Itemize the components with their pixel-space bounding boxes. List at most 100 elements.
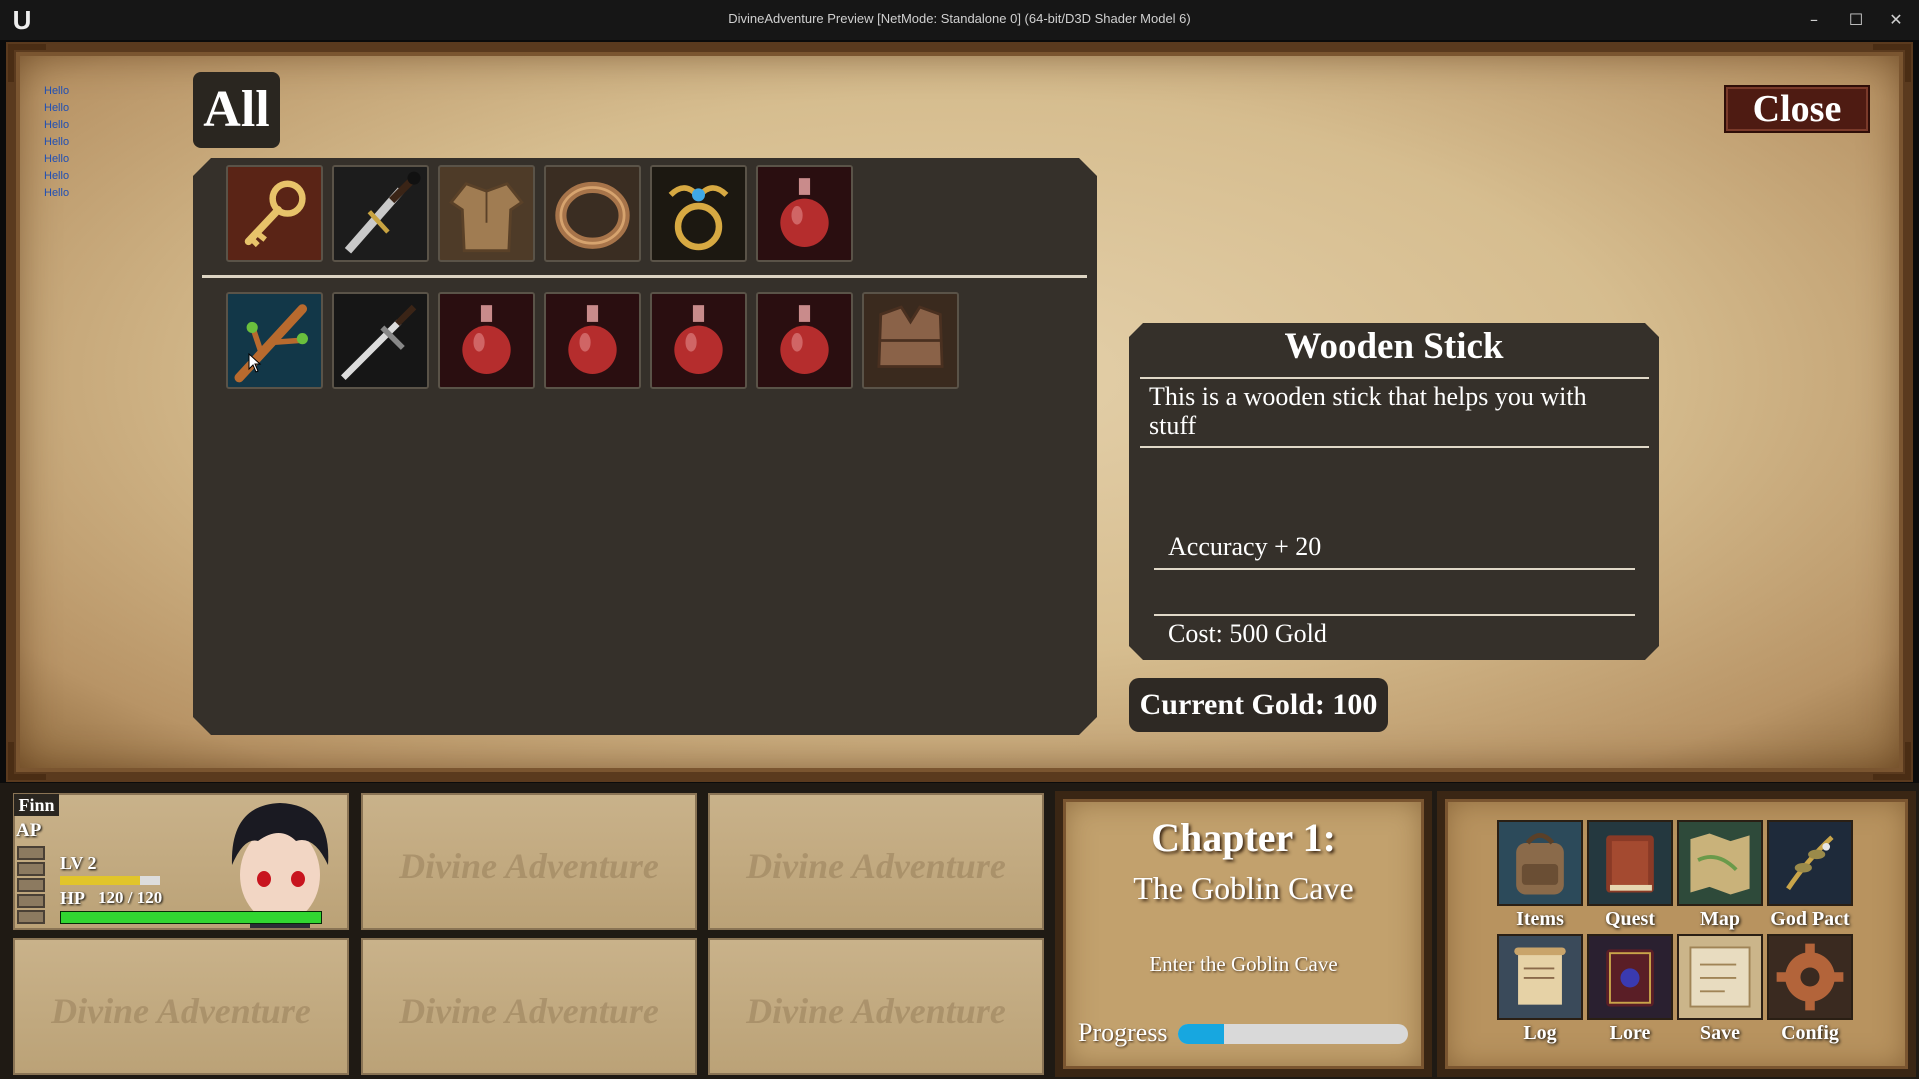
- party-slot-empty: Divine Adventure: [361, 793, 697, 930]
- black-sword-icon: [334, 167, 427, 260]
- hp-label: HP: [60, 888, 85, 908]
- party-slot-empty: Divine Adventure: [708, 793, 1044, 930]
- red-potion-icon: [440, 294, 533, 387]
- ap-pip: [17, 894, 45, 908]
- slot-watermark: Divine Adventure: [399, 846, 659, 886]
- red-potion-icon: [546, 294, 639, 387]
- map-icon: [1677, 820, 1763, 906]
- tome-icon: [1587, 934, 1673, 1020]
- golden-key-icon: [228, 167, 321, 260]
- window-title-bar: U DivineAdventure Preview [NetMode: Stan…: [0, 0, 1919, 40]
- menu-button-lore[interactable]: Lore: [1584, 934, 1676, 1048]
- book-icon: [1587, 820, 1673, 906]
- progress-label: Progress: [1078, 1018, 1168, 1047]
- menu-button-map[interactable]: Map: [1674, 820, 1766, 934]
- slot-watermark: Divine Adventure: [51, 991, 311, 1031]
- hp-bar: [60, 911, 322, 924]
- inventory-slot-red-potion[interactable]: [650, 292, 747, 389]
- current-gold: Current Gold: 100: [1129, 678, 1388, 732]
- leather-tunic-icon: [440, 167, 533, 260]
- ap-pip: [17, 846, 45, 860]
- detail-divider: [1140, 446, 1649, 448]
- level-label: LV 2: [60, 853, 97, 873]
- menu-button-save[interactable]: Save: [1674, 934, 1766, 1048]
- mouse-cursor-icon: [248, 353, 262, 373]
- party-slot-empty: Divine Adventure: [13, 938, 349, 1075]
- ap-label: AP: [16, 820, 42, 841]
- maximize-button[interactable]: ☐: [1836, 4, 1876, 36]
- detail-divider: [1154, 614, 1635, 616]
- winged-gold-ring-icon: [652, 167, 745, 260]
- menu-label: Log: [1523, 1022, 1557, 1044]
- frame-corner-ornament: [1873, 742, 1911, 780]
- chapter-progress-bar: [1178, 1024, 1408, 1044]
- tab-all[interactable]: All: [193, 72, 280, 148]
- hp-value: 120 / 120: [98, 888, 163, 907]
- finn-portrait-avatar: [231, 803, 329, 928]
- menu-label: Quest: [1605, 908, 1655, 930]
- debug-line: Hello: [44, 153, 70, 165]
- bronze-ring-icon: [546, 167, 639, 260]
- debug-line: Hello: [44, 187, 70, 199]
- menu-label: Map: [1700, 908, 1740, 930]
- inventory-slot-leather-armor[interactable]: [862, 292, 959, 389]
- menu-button-config[interactable]: Config: [1764, 934, 1856, 1048]
- debug-line: Hello: [44, 102, 70, 114]
- ap-pip: [17, 878, 45, 892]
- inventory-slot-steel-sword[interactable]: [332, 292, 429, 389]
- inventory-slot-red-potion[interactable]: [544, 292, 641, 389]
- menu-button-items[interactable]: Items: [1494, 820, 1586, 934]
- party-member-name: Finn: [14, 794, 59, 816]
- window-title: DivineAdventure Preview [NetMode: Standa…: [728, 11, 1191, 26]
- menu-button-log[interactable]: Log: [1494, 934, 1586, 1048]
- debug-line: Hello: [44, 136, 70, 148]
- frame-corner-ornament: [8, 742, 46, 780]
- menu-label: Save: [1700, 1022, 1740, 1044]
- inventory-grid-panel: [193, 158, 1097, 735]
- menu-label: God Pact: [1770, 908, 1850, 930]
- menu-button-quest[interactable]: Quest: [1584, 820, 1676, 934]
- inventory-slot-black-sword[interactable]: [332, 165, 429, 262]
- ap-pip: [17, 862, 45, 876]
- menu-label: Config: [1781, 1022, 1839, 1044]
- minimize-button[interactable]: –: [1794, 4, 1834, 36]
- debug-line: Hello: [44, 85, 70, 97]
- inventory-slot-bronze-ring[interactable]: [544, 165, 641, 262]
- inventory-slot-leather-tunic[interactable]: [438, 165, 535, 262]
- detail-divider: [1140, 377, 1649, 379]
- gear-icon: [1767, 934, 1853, 1020]
- slot-watermark: Divine Adventure: [399, 991, 659, 1031]
- red-potion-icon: [758, 167, 851, 260]
- slot-watermark: Divine Adventure: [746, 846, 1006, 886]
- inventory-slot-wooden-stick[interactable]: [226, 292, 323, 389]
- steel-sword-icon: [334, 294, 427, 387]
- close-button[interactable]: Close: [1724, 85, 1870, 133]
- inventory-divider: [202, 275, 1087, 278]
- hp-bar-fill: [61, 912, 321, 923]
- chapter-title: Chapter 1:: [1151, 815, 1336, 860]
- window-close-button[interactable]: ✕: [1876, 4, 1916, 36]
- menu-button-god-pact[interactable]: God Pact: [1764, 820, 1856, 934]
- item-name: Wooden Stick: [1284, 326, 1504, 367]
- slot-watermark: Divine Adventure: [746, 991, 1006, 1031]
- debug-line: Hello: [44, 119, 70, 131]
- inventory-slot-winged-ring[interactable]: [650, 165, 747, 262]
- chapter-progress-fill: [1178, 1024, 1224, 1044]
- red-potion-icon: [652, 294, 745, 387]
- menu-label: Lore: [1609, 1022, 1651, 1044]
- menu-label: Items: [1516, 908, 1564, 930]
- inventory-slot-golden-key[interactable]: [226, 165, 323, 262]
- red-potion-icon: [758, 294, 851, 387]
- inventory-slot-red-potion[interactable]: [756, 165, 853, 262]
- inventory-slot-red-potion[interactable]: [756, 292, 853, 389]
- inventory-slot-red-potion[interactable]: [438, 292, 535, 389]
- chapter-objective: Enter the Goblin Cave: [1149, 952, 1338, 976]
- item-stat: Accuracy + 20: [1168, 532, 1322, 561]
- chapter-subtitle: The Goblin Cave: [1133, 870, 1354, 906]
- debug-print-list: Hello Hello Hello Hello Hello Hello Hell…: [44, 83, 69, 202]
- scroll-icon: [1497, 934, 1583, 1020]
- laurel-icon: [1767, 820, 1853, 906]
- parchment-icon: [1677, 934, 1763, 1020]
- xp-bar: [60, 876, 160, 885]
- item-cost: Cost: 500 Gold: [1168, 619, 1327, 648]
